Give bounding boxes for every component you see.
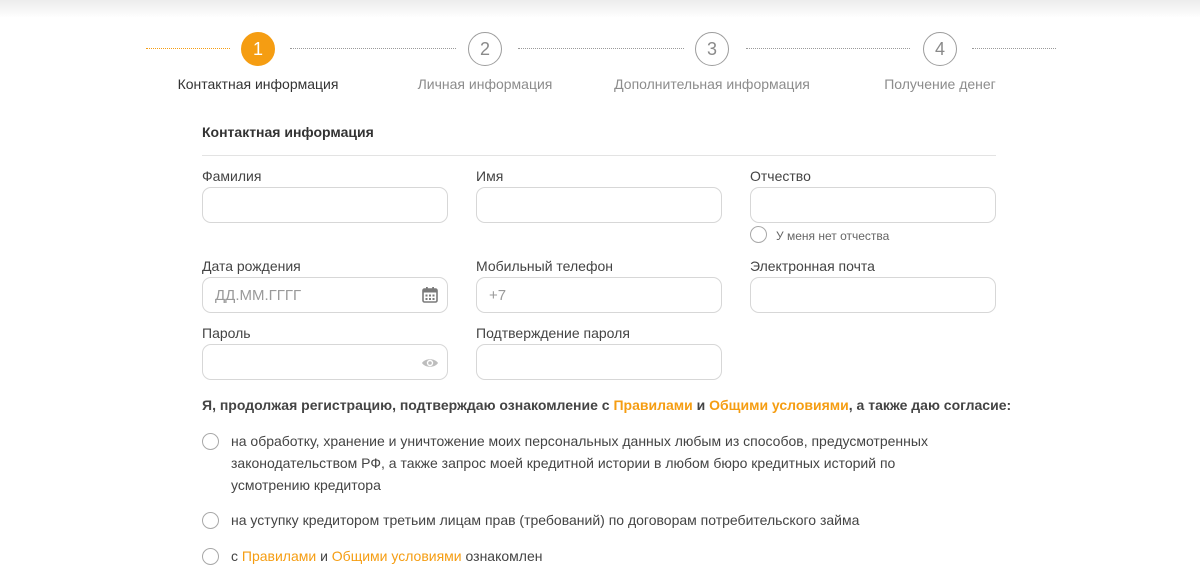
- step-additional-info[interactable]: 3 Дополнительная информация: [602, 30, 822, 92]
- step-label: Дополнительная информация: [614, 76, 810, 92]
- consent-assignment-text: на уступку кредитором третьим лицам прав…: [231, 512, 860, 528]
- consent-rules-prefix: с: [231, 548, 242, 564]
- first-name-field[interactable]: [476, 187, 722, 223]
- rules-link-2[interactable]: Правилами: [242, 548, 316, 564]
- step-contact-info[interactable]: 1 Контактная информация: [148, 30, 368, 92]
- section-divider: [202, 155, 996, 156]
- consent-line: законодательством РФ, а также запрос мое…: [231, 455, 896, 471]
- terms-link-2[interactable]: Общими условиями: [332, 548, 462, 564]
- consent-personal-data-radio[interactable]: [202, 433, 219, 450]
- consent-rules-text: с Правилами и Общими условиями ознакомле…: [231, 545, 542, 567]
- no-patronymic-radio[interactable]: [750, 226, 767, 243]
- step-label: Личная информация: [417, 76, 553, 92]
- phone-field[interactable]: [476, 277, 722, 313]
- patronymic-label: Отчество: [750, 168, 811, 184]
- step-personal-info[interactable]: 2 Личная информация: [375, 30, 595, 92]
- first-name-label: Имя: [476, 168, 504, 184]
- last-name-label: Фамилия: [202, 168, 262, 184]
- registration-stepper: 1 Контактная информация 2 Личная информа…: [0, 30, 1200, 100]
- step-number: 2: [468, 32, 502, 66]
- password-field[interactable]: [202, 344, 448, 380]
- consent-lead-and: и: [692, 397, 710, 413]
- header-shadow: [0, 0, 1200, 18]
- birth-date-label: Дата рождения: [202, 258, 301, 274]
- section-title: Контактная информация: [202, 124, 374, 140]
- email-field[interactable]: [750, 277, 996, 313]
- terms-link[interactable]: Общими условиями: [709, 397, 849, 413]
- last-name-field[interactable]: [202, 187, 448, 223]
- consent-lead-prefix: Я, продолжая регистрацию, подтверждаю оз…: [202, 397, 614, 413]
- step-label: Получение денег: [884, 76, 996, 92]
- step-number: 4: [923, 32, 957, 66]
- eye-icon[interactable]: [421, 354, 439, 372]
- no-patronymic-label: У меня нет отчества: [776, 229, 890, 243]
- step-label: Контактная информация: [177, 76, 339, 92]
- password-label: Пароль: [202, 325, 251, 341]
- phone-label: Мобильный телефон: [476, 258, 613, 274]
- password-confirm-label: Подтверждение пароля: [476, 325, 630, 341]
- email-label: Электронная почта: [750, 258, 875, 274]
- step-number: 1: [241, 32, 275, 66]
- consent-rules-radio[interactable]: [202, 548, 219, 565]
- password-confirm-field[interactable]: [476, 344, 722, 380]
- rules-link[interactable]: Правилами: [613, 397, 692, 413]
- consent-line: на обработку, хранение и уничтожение мои…: [231, 433, 928, 449]
- step-get-money[interactable]: 4 Получение денег: [830, 30, 1050, 92]
- consent-assignment-radio[interactable]: [202, 512, 219, 529]
- consent-lead-suffix: , а также даю согласие:: [848, 397, 1012, 413]
- consent-rules-suffix: ознакомлен: [461, 548, 543, 564]
- consent-personal-data-text: на обработку, хранение и уничтожение мои…: [231, 430, 928, 496]
- consent-lead: Я, продолжая регистрацию, подтверждаю оз…: [202, 397, 1011, 413]
- patronymic-field[interactable]: [750, 187, 996, 223]
- calendar-icon[interactable]: [421, 286, 439, 304]
- consent-line: усмотрению кредитора: [231, 477, 381, 493]
- step-number: 3: [695, 32, 729, 66]
- consent-rules-and: и: [316, 548, 332, 564]
- birth-date-field[interactable]: [202, 277, 448, 313]
